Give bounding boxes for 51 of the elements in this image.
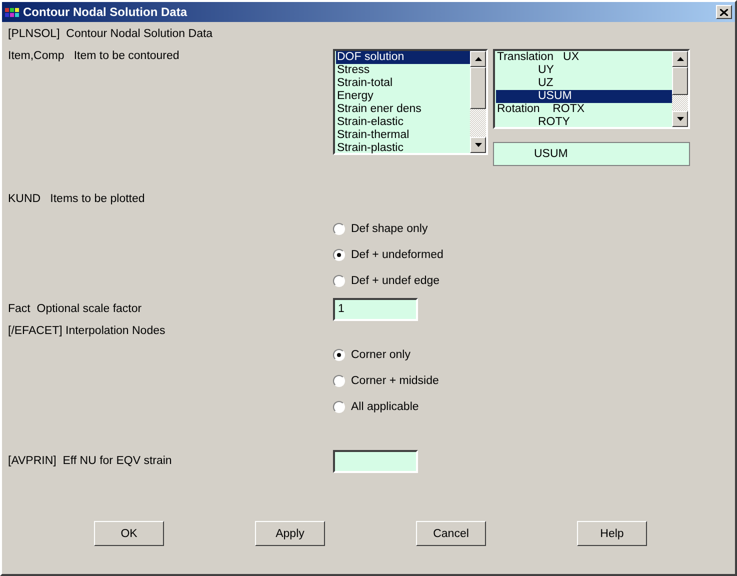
list-item[interactable]: Stress — [336, 64, 470, 77]
scroll-down-button[interactable] — [672, 111, 688, 127]
list-item[interactable]: Strain ener dens — [336, 103, 470, 116]
list-item[interactable]: Rotation ROTX — [496, 103, 672, 116]
selection-display: USUM — [493, 142, 690, 166]
field-label: KUND Items to be plotted — [8, 192, 146, 206]
list-item[interactable]: Strain-thermal — [336, 129, 470, 142]
radio-option[interactable]: Def + undeformed — [333, 242, 729, 268]
radio-option[interactable]: Def shape only — [333, 216, 729, 242]
window-title: Contour Nodal Solution Data — [23, 5, 188, 19]
app-icon — [5, 6, 19, 18]
list-item[interactable]: DOF solution — [336, 51, 470, 64]
list-item[interactable]: Energy — [336, 90, 470, 103]
input-field[interactable] — [333, 450, 418, 472]
list-item[interactable]: Strain-plastic — [336, 142, 470, 155]
dialog-button[interactable]: OK — [94, 521, 164, 546]
list-item[interactable]: UZ — [496, 77, 672, 90]
radio-option[interactable]: Corner only — [333, 342, 729, 368]
close-button[interactable] — [716, 5, 732, 19]
down-arrow-icon — [676, 117, 684, 121]
up-arrow-icon — [676, 57, 684, 61]
up-arrow-icon — [474, 57, 482, 61]
list-item[interactable]: Strain-elastic — [336, 116, 470, 129]
close-icon — [720, 8, 728, 16]
field-label: [AVPRIN] Eff NU for EQV strain — [8, 454, 173, 468]
radio-option[interactable]: Corner + midside — [333, 368, 729, 394]
field-label: [/EFACET] Interpolation Nodes — [8, 324, 166, 338]
list-item[interactable]: ROTY — [496, 116, 672, 129]
dialog-heading: [PLNSOL] Contour Nodal Solution Data — [8, 27, 214, 41]
list-item[interactable]: Strain-total — [336, 77, 470, 90]
component-listbox[interactable]: Translation UX UY UZ USUM Rotation ROTX ROTY — [493, 49, 690, 129]
down-arrow-icon — [474, 143, 482, 147]
item-listbox[interactable]: DOF solution Stress Strain-total Energy Strain ener dens Strain-elastic Strain-thermal Strain-plastic — [333, 49, 488, 155]
list-item[interactable]: Translation UX — [496, 51, 672, 64]
scrollbar[interactable] — [672, 51, 688, 127]
dialog-button[interactable]: Help — [577, 521, 647, 546]
scroll-thumb[interactable] — [672, 67, 688, 95]
radio-option[interactable]: Def + undef edge — [333, 268, 729, 294]
dialog-button[interactable]: Cancel — [416, 521, 486, 546]
field-label: Item,Comp Item to be contoured — [8, 49, 180, 64]
scroll-down-button[interactable] — [470, 137, 486, 153]
scrollbar[interactable] — [470, 51, 486, 153]
list-item[interactable]: UY — [496, 64, 672, 77]
dialog-button[interactable]: Apply — [255, 521, 325, 546]
field-label: Fact Optional scale factor — [8, 302, 143, 316]
scroll-up-button[interactable] — [672, 51, 688, 67]
scroll-up-button[interactable] — [470, 51, 486, 67]
list-item[interactable]: USUM — [496, 90, 672, 103]
scroll-thumb[interactable] — [470, 67, 486, 109]
radio-option[interactable]: All applicable — [333, 394, 729, 420]
scale-factor-field[interactable]: 1 — [333, 298, 418, 320]
